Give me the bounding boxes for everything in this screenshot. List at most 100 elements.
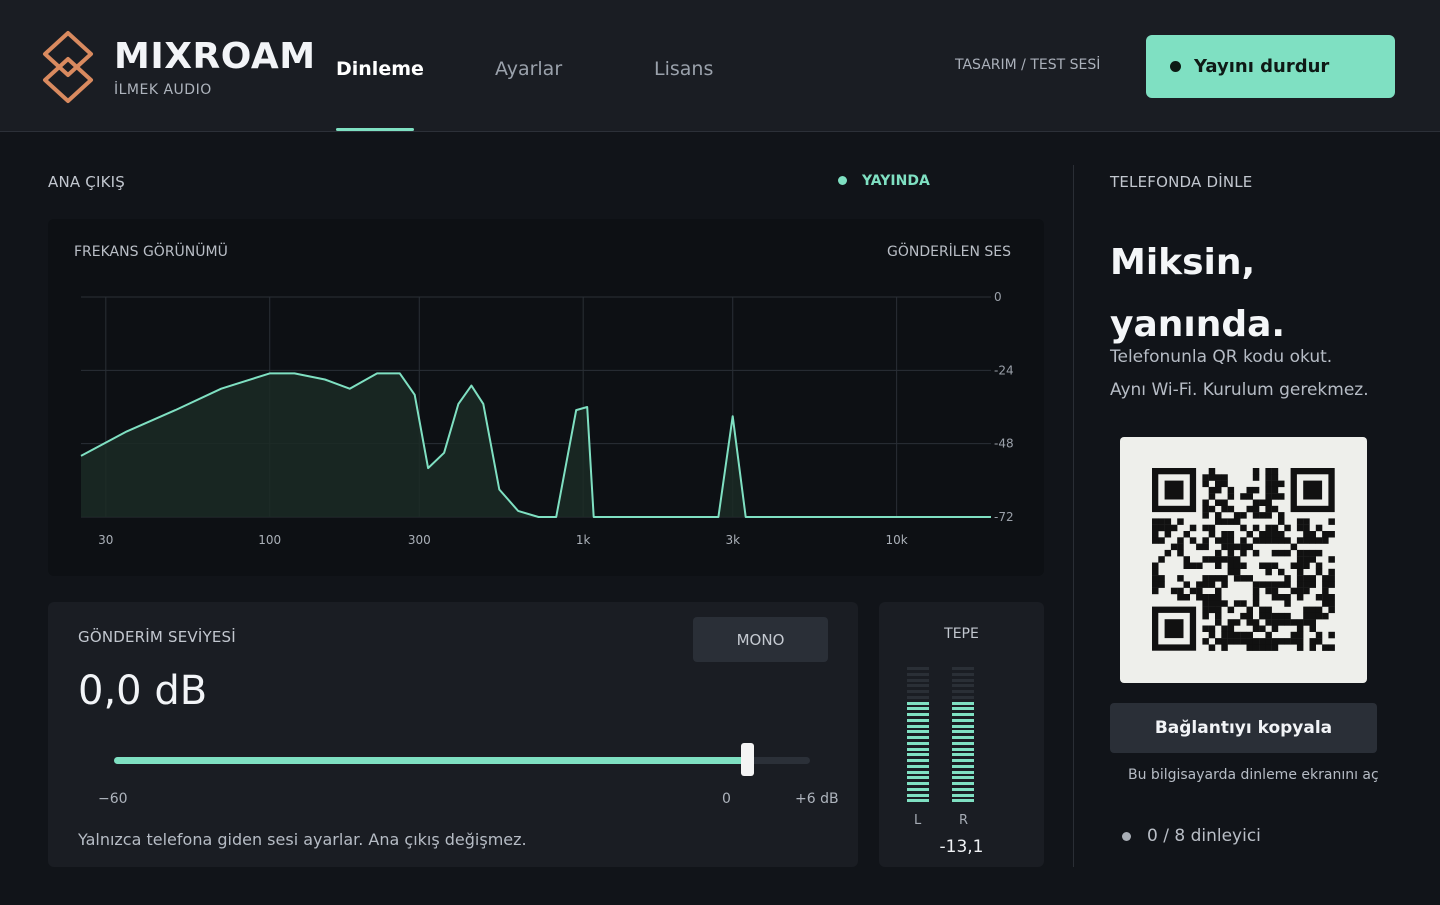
- qr-module: [1240, 512, 1247, 519]
- qr-module: [1208, 468, 1216, 475]
- qr-module: [1303, 612, 1310, 620]
- peak-meter-panel: TEPE L R -13,1: [879, 602, 1044, 867]
- copy-link-label: Bağlantıyı kopyala: [1154, 718, 1333, 738]
- qr-module: [1303, 575, 1310, 582]
- qr-module: [1271, 562, 1279, 569]
- qr-module: [1271, 486, 1279, 494]
- qr-module: [1296, 556, 1304, 563]
- x-tick-label: 3k: [725, 533, 740, 547]
- qr-module: [1303, 587, 1310, 595]
- qr-module: [1309, 556, 1316, 563]
- qr-module: [1170, 524, 1178, 532]
- qr-module: [1202, 474, 1209, 481]
- qr-module: [1215, 638, 1222, 645]
- qr-module: [1259, 581, 1266, 588]
- qr-module: [1202, 594, 1209, 601]
- qr-module: [1259, 638, 1266, 645]
- tab-ayarlar[interactable]: Ayarlar: [495, 58, 562, 80]
- qr-module: [1152, 575, 1159, 582]
- qr-module: [1271, 524, 1279, 532]
- mono-button[interactable]: MONO: [693, 617, 828, 662]
- x-tick-label: 10k: [886, 533, 908, 547]
- qr-module: [1233, 562, 1241, 569]
- qr-module: [1227, 625, 1235, 632]
- qr-module: [1328, 600, 1335, 607]
- meter-segment: [952, 684, 974, 688]
- copy-link-button[interactable]: Bağlantıyı kopyala: [1110, 703, 1377, 753]
- qr-module: [1208, 606, 1216, 614]
- logo-icon: [43, 31, 93, 103]
- qr-module: [1240, 638, 1247, 645]
- meter-segment: [907, 713, 929, 716]
- meter-segment: [952, 718, 974, 722]
- qr-module: [1202, 524, 1209, 532]
- meter-segment: [952, 776, 974, 780]
- qr-module: [1271, 619, 1279, 626]
- meter-segment: [907, 770, 929, 774]
- qr-module: [1208, 505, 1216, 513]
- meter-segment: [952, 747, 974, 751]
- qr-module: [1322, 644, 1329, 651]
- send-level-value: 0,0 dB: [78, 668, 208, 714]
- meter-segment: [907, 753, 929, 757]
- qr-module: [1215, 606, 1222, 614]
- meter-segment: [952, 690, 974, 693]
- qr-module: [1152, 524, 1159, 532]
- meter-segment: [907, 793, 929, 797]
- design-test-sound-label[interactable]: TASARIM / TEST SESİ: [955, 57, 1100, 73]
- qr-module: [1202, 612, 1209, 620]
- stop-broadcast-button[interactable]: Yayını durdur: [1146, 35, 1395, 98]
- qr-module: [1259, 499, 1266, 506]
- qr-module: [1265, 499, 1272, 506]
- qr-module: [1322, 600, 1329, 607]
- qr-module: [1221, 543, 1228, 551]
- send-level-slider-thumb[interactable]: [740, 743, 754, 776]
- send-level-slider-track[interactable]: [114, 757, 810, 764]
- qr-module: [1284, 619, 1291, 626]
- open-local-listen-link[interactable]: Bu bilgisayarda dinleme ekranını aç: [1128, 767, 1379, 783]
- qr-module: [1240, 524, 1247, 532]
- frequency-panel: FREKANS GÖRÜNÜMÜ GÖNDERİLEN SES 0 -24 -48-…: [48, 219, 1044, 576]
- qr-module: [1303, 606, 1310, 614]
- qr-module: [1158, 575, 1165, 582]
- hero-line-1: Miksin,: [1110, 242, 1256, 283]
- peak-title: TEPE: [944, 626, 979, 642]
- qr-module: [1233, 556, 1241, 563]
- meter-segment: [952, 799, 974, 803]
- tab-lisans[interactable]: Lisans: [654, 58, 713, 80]
- qr-module: [1233, 575, 1241, 582]
- qr-module: [1208, 474, 1216, 481]
- qr-module: [1202, 512, 1209, 519]
- meter-segment: [907, 667, 929, 670]
- qr-module: [1208, 486, 1216, 494]
- qr-module: [1196, 543, 1203, 551]
- qr-module: [1240, 543, 1247, 551]
- slider-min-label: −60: [98, 791, 128, 807]
- qr-module: [1271, 480, 1279, 488]
- qr-module: [1221, 575, 1228, 582]
- qr-module: [1240, 575, 1247, 582]
- y-tick-label: -48: [994, 437, 1014, 451]
- qr-module: [1271, 594, 1279, 601]
- live-status-dot: [838, 176, 847, 185]
- qr-module: [1296, 562, 1304, 569]
- qr-module: [1215, 556, 1222, 563]
- qr-module: [1227, 543, 1235, 551]
- tab-dinleme[interactable]: Dinleme: [336, 58, 424, 80]
- live-status-label: YAYINDA: [862, 173, 930, 189]
- x-tick-label: 30: [98, 533, 113, 547]
- qr-module: [1259, 612, 1266, 620]
- qr-module: [1227, 606, 1235, 614]
- qr-module: [1278, 619, 1285, 626]
- qr-module: [1265, 644, 1272, 651]
- phone-listen-title: TELEFONDA DİNLE: [1110, 173, 1253, 191]
- qr-module: [1215, 587, 1222, 595]
- qr-module: [1309, 625, 1316, 632]
- qr-module: [1265, 631, 1272, 639]
- qr-module: [1227, 493, 1235, 500]
- qr-module: [1328, 581, 1335, 588]
- qr-module: [1265, 512, 1272, 519]
- qr-module: [1227, 505, 1235, 513]
- qr-module: [1215, 575, 1222, 582]
- qr-module: [1152, 537, 1159, 544]
